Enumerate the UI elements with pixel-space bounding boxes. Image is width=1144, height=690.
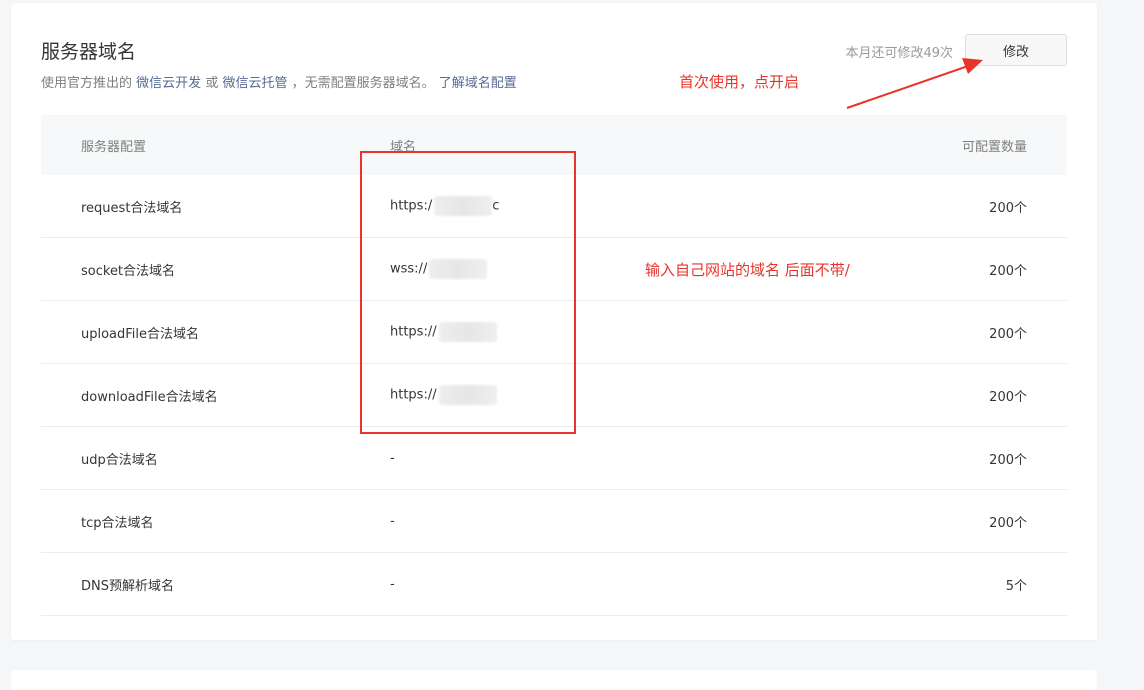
table-row: DNS预解析域名 - 5个: [41, 553, 1067, 616]
row-name: downloadFile合法域名: [81, 389, 218, 405]
table-row: downloadFile合法域名 https:// 200个: [41, 364, 1067, 427]
table-header: 服务器配置 域名 可配置数量: [41, 115, 1067, 175]
domain-tail: c: [492, 198, 500, 214]
next-card: [11, 670, 1097, 690]
table-row: socket合法域名 wss:// 200个: [41, 238, 1067, 301]
row-domain: -: [390, 513, 395, 529]
subtitle-suffix: ，无需配置服务器域名。: [291, 76, 435, 91]
table-row: udp合法域名 - 200个: [41, 427, 1067, 490]
row-domain: https://: [390, 385, 917, 405]
server-domain-card: 服务器域名 使用官方推出的 微信云开发 或 微信云托管 ，无需配置服务器域名。 …: [11, 3, 1097, 640]
blurred-domain: [438, 385, 497, 405]
annotation-domain-hint: 输入自己网站的域名 后面不带/: [645, 261, 850, 279]
domain-prefix: https:/: [390, 198, 433, 214]
row-count: 200个: [989, 515, 1027, 531]
row-count: 200个: [989, 326, 1027, 342]
page-title: 服务器域名: [41, 41, 137, 63]
row-count: 200个: [989, 452, 1027, 468]
header-domain: 域名: [390, 139, 417, 155]
row-name: tcp合法域名: [81, 515, 154, 531]
row-name: socket合法域名: [81, 263, 176, 279]
row-domain: -: [390, 450, 395, 466]
domain-table: 服务器配置 域名 可配置数量 request合法域名 https:/ c 200个…: [41, 115, 1067, 616]
header-count: 可配置数量: [961, 139, 1027, 155]
row-domain: https://: [390, 322, 917, 342]
domain-prefix: https://: [390, 387, 437, 403]
cloud-dev-link[interactable]: 微信云开发: [136, 76, 201, 91]
row-domain: https:/ c: [390, 196, 917, 216]
row-name: uploadFile合法域名: [81, 326, 200, 342]
cloud-host-link[interactable]: 微信云托管: [222, 76, 287, 91]
annotation-first-use: 首次使用，点开启: [679, 73, 800, 91]
page-subtitle: 使用官方推出的 微信云开发 或 微信云托管 ，无需配置服务器域名。 了解域名配置: [41, 72, 517, 91]
blurred-domain: [429, 259, 488, 279]
blurred-domain: [434, 196, 493, 216]
table-row: tcp合法域名 - 200个: [41, 490, 1067, 553]
annotation-arrow: [846, 58, 983, 109]
learn-domain-config-link[interactable]: 了解域名配置: [439, 76, 517, 91]
row-name: DNS预解析域名: [81, 578, 174, 594]
subtitle-or: 或: [205, 76, 219, 91]
row-count: 200个: [989, 389, 1027, 405]
row-name: request合法域名: [81, 200, 183, 216]
row-domain: -: [390, 576, 395, 592]
row-count: 5个: [1005, 578, 1027, 594]
subtitle-prefix: 使用官方推出的: [41, 76, 133, 91]
domain-prefix: https://: [390, 324, 437, 340]
row-name: udp合法域名: [81, 452, 158, 468]
header-server-config: 服务器配置: [81, 139, 147, 155]
table-row: request合法域名 https:/ c 200个: [41, 175, 1067, 238]
blurred-domain: [438, 322, 497, 342]
table-row: uploadFile合法域名 https:// 200个: [41, 301, 1067, 364]
row-count: 200个: [989, 263, 1027, 279]
row-count: 200个: [989, 200, 1027, 216]
domain-prefix: wss://: [390, 261, 428, 277]
